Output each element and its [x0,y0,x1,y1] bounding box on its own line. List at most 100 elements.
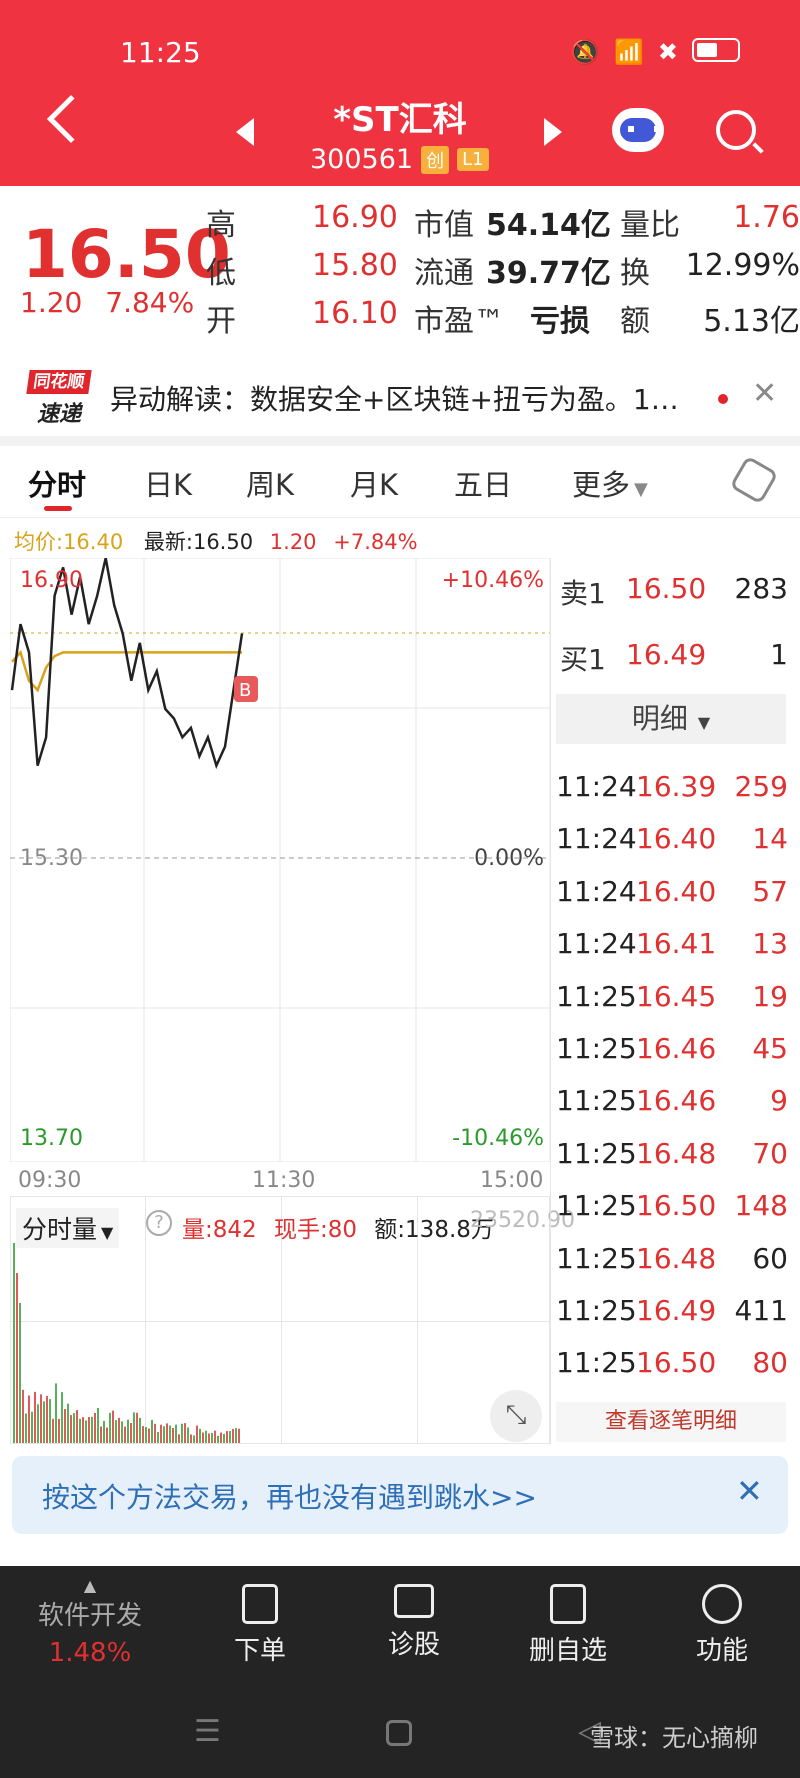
sector-item[interactable]: ▲ 软件开发 1.48% [30,1576,150,1668]
volume-bar [46,1395,48,1443]
trade-row: 11:25 16.46 9 [556,1084,792,1134]
mktcap-value: 54.14亿 [486,208,611,243]
volume-bar [70,1415,72,1443]
news-ticker[interactable]: 同花顺 速递 异动解读：数据安全+区块链+扭亏为盈。1… ✕ [0,358,800,436]
functions-label: 功能 [695,1636,748,1666]
promo-banner[interactable]: 按这个方法交易，再也没有遇到跳水>> ✕ [12,1456,788,1534]
volume-bar [97,1408,99,1443]
volume-bar [160,1424,162,1443]
volume-bar [211,1432,213,1443]
turnover-value: 12.99% [685,248,800,283]
time-open: 09:30 [18,1168,82,1193]
price-change: 1.20 [20,286,83,319]
news-logo-top: 同花顺 [26,370,92,394]
tab-five-day[interactable]: 五日 [454,462,512,504]
order-icon [242,1584,278,1624]
close-banner-icon[interactable]: ✕ [736,1472,763,1510]
volume-bar [235,1428,237,1443]
volume-bar [13,1243,15,1443]
stock-code-row: 300561 创 L1 [310,144,489,175]
help-icon[interactable]: ? [146,1210,172,1236]
news-text[interactable]: 异动解读：数据安全+区块链+扭亏为盈。1… [110,378,720,418]
recent-apps-icon[interactable]: ☰ [194,1714,221,1749]
volume-bar [34,1391,36,1443]
low-value: 15.80 [312,248,398,283]
close-news-icon[interactable]: ✕ [752,376,777,411]
trade-row: 11:25 16.45 19 [556,980,792,1030]
float-value: 39.77亿 [486,256,611,291]
diagnose-button[interactable]: 诊股 [354,1584,474,1661]
open-value: 16.10 [312,296,398,331]
volume-bar [127,1419,129,1443]
search-icon[interactable] [716,110,756,150]
detail-dropdown[interactable]: 明细 ▼ [556,694,786,744]
volume-bar [37,1404,39,1443]
trade-time: 11:25 [556,1189,637,1223]
time-close: 15:00 [480,1168,544,1193]
status-icons: 🔕 📶 ✖ [570,38,740,66]
home-icon[interactable] [386,1720,412,1746]
sell1-row: 卖1 16.50 283 [560,572,790,622]
volume-bar [181,1423,183,1443]
volume-selector[interactable]: 分时量 ▼ [16,1208,120,1248]
volume-bar [214,1430,216,1443]
trade-time: 11:25 [556,1032,637,1065]
volume-bar [184,1423,186,1443]
volume-bar [67,1403,69,1443]
axis-top-price: 16.90 [20,568,83,593]
amount-value: 5.13亿 [703,304,800,339]
remove-watchlist-button[interactable]: 删自选 [508,1584,628,1667]
order-button[interactable]: 下单 [200,1584,320,1667]
tab-daily-k[interactable]: 日K [144,462,192,504]
tab-intraday[interactable]: 分时 [28,462,86,504]
axis-top-pct: +10.46% [441,568,544,593]
minus-box-icon [550,1584,586,1624]
fullscreen-icon[interactable]: ⤡ [490,1390,542,1442]
trade-row: 11:25 16.49 411 [556,1294,792,1344]
volume-bar [64,1408,66,1443]
volume-bar [148,1428,150,1443]
unread-dot-icon [718,394,728,404]
volume-bar [133,1412,135,1443]
volume-bar [79,1418,81,1443]
tab-weekly-k[interactable]: 周K [246,462,294,504]
trade-price: 16.49 [636,1294,717,1327]
news-logo-bottom: 速递 [36,402,81,427]
volume-bar [223,1433,225,1443]
volume-bar [76,1410,78,1443]
volume-bar [43,1401,45,1443]
volume-bar [94,1412,96,1443]
tab-more[interactable]: 更多 ▼ [572,462,648,504]
settings-hexagon-icon[interactable] [729,455,779,505]
quote-panel: 16.50 1.20 7.84% 高 16.90 低 15.80 开 16.10… [0,186,800,358]
trade-time: 11:25 [556,1294,637,1327]
remove-watchlist-label: 删自选 [528,1636,607,1666]
trade-row: 11:24 16.40 14 [556,822,792,872]
functions-button[interactable]: 功能 [662,1584,782,1667]
volume-bar [52,1418,54,1443]
open-label: 开 [206,304,236,339]
volume-bar [199,1428,201,1443]
mktcap-label: 市值 [414,208,474,243]
view-all-trades-link[interactable]: 查看逐笔明细 [556,1402,786,1442]
battery-icon [692,38,740,62]
trade-price: 16.40 [636,822,717,856]
sell1-volume: 283 [734,572,788,605]
chart-tabs: 分时 日K 周K 月K 五日 更多 ▼ [0,448,800,518]
trade-list[interactable]: 11:24 16.39 259 11:24 16.40 14 11:24 16.40 57 11:… [556,770,792,1390]
volume-bar [172,1427,174,1443]
volume-bar [175,1424,177,1443]
trade-row: 11:25 16.48 60 [556,1242,792,1292]
pe-label: 市盈™ [414,304,504,339]
high-label: 高 [206,208,236,243]
detail-label: 明细 [631,702,688,735]
assistant-robot-icon[interactable] [612,108,664,152]
tab-monthly-k[interactable]: 月K [350,462,398,504]
latest-price: 最新:16.50 [143,530,254,554]
trade-row: 11:25 16.50 148 [556,1189,792,1239]
volume-bar [163,1426,165,1443]
volume-hand: 现手:80 [273,1217,357,1243]
volume-selector-label: 分时量 [22,1215,98,1244]
trade-time: 11:25 [556,979,637,1013]
trade-row: 11:24 16.40 57 [556,875,792,925]
